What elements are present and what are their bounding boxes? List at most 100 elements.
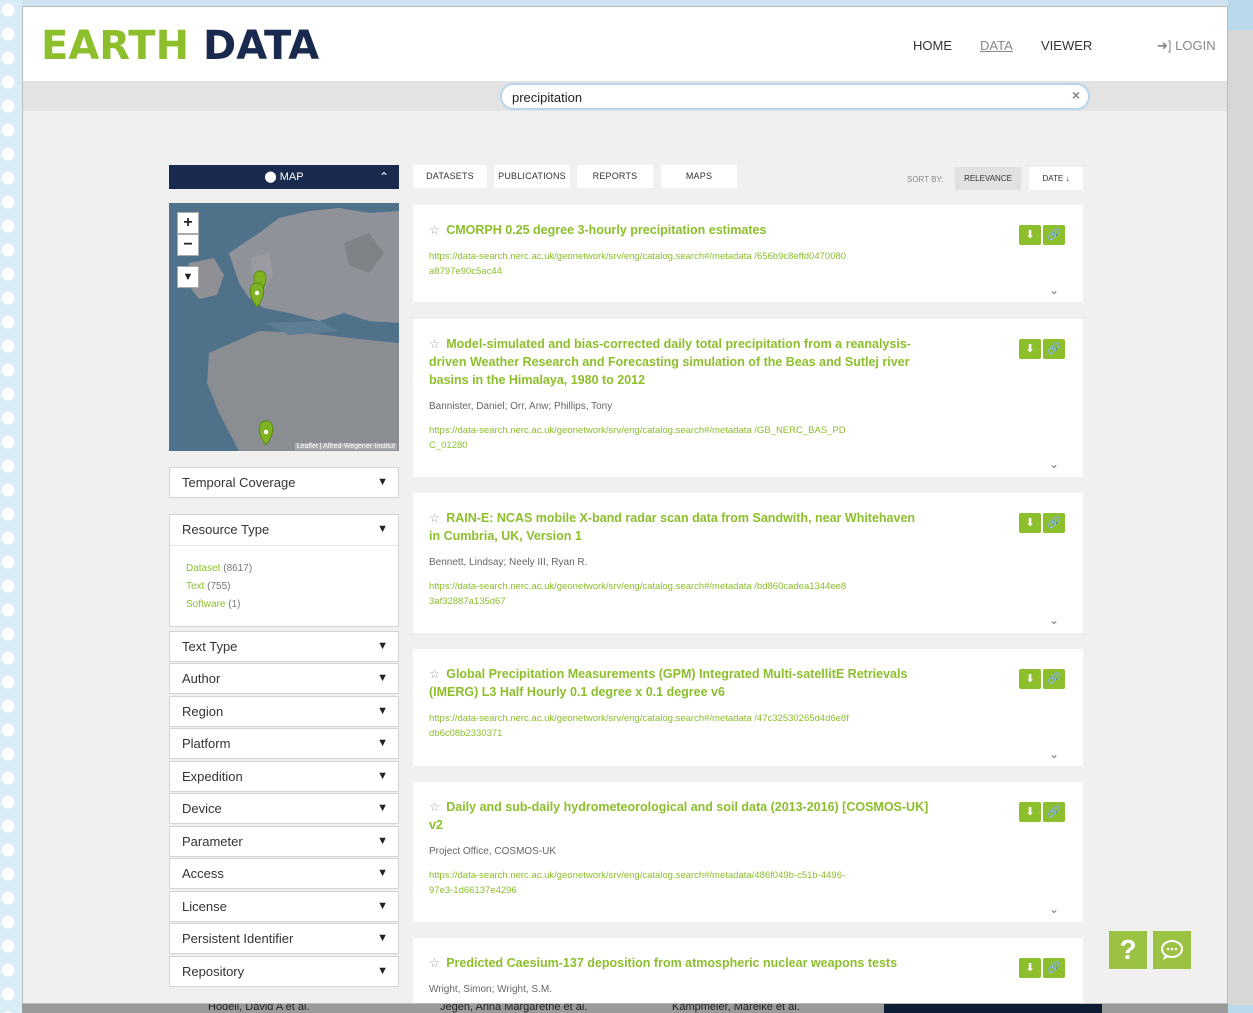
download-icon[interactable]: ⬇ [1019,669,1041,689]
peek-text: Kampmeier, Mareike et al. [672,1004,800,1013]
filter-icon[interactable]: ▼ [177,266,199,288]
facet-license[interactable]: License ▼ [169,891,399,922]
download-icon[interactable]: ⬇ [1019,225,1041,245]
zoom-out-button[interactable]: − [177,234,199,256]
download-icon[interactable]: ⬇ [1019,339,1041,359]
facet-label: Temporal Coverage [182,475,296,490]
facet-parameter[interactable]: Parameter ▼ [169,826,399,857]
facet-option-text[interactable]: Text (755) [186,581,230,593]
result-title[interactable]: ☆ RAIN-E: NCAS mobile X-band radar scan d… [429,509,929,545]
map-view[interactable]: + − ▼ Leaflet | Alfred-Wegener-Institut [169,203,399,451]
chat-button[interactable] [1153,931,1191,969]
download-icon[interactable]: ⬇ [1019,513,1041,533]
facet-text-type[interactable]: Text Type ▼ [169,631,399,662]
result-card: ☆ Global Precipitation Measurements (GPM)… [413,649,1083,766]
download-icon[interactable]: ⬇ [1019,958,1041,978]
chevron-down-icon: ▼ [377,737,388,749]
chevron-down-icon: ▼ [377,476,388,488]
facet-label: Author [182,671,221,686]
result-title[interactable]: ☆ Predicted Caesium-137 deposition from a… [429,954,929,972]
nav-login[interactable]: ➜] LOGIN [1157,38,1216,54]
result-title[interactable]: ☆ CMORPH 0.25 degree 3-hourly precipitati… [429,221,929,239]
facet-label: Repository [182,964,245,979]
facet-label: Text Type [182,639,238,654]
result-url[interactable]: https://data-search.nerc.ac.uk/geonetwor… [429,711,849,741]
link-icon[interactable]: 🔗 [1043,669,1065,689]
arrow-down-icon: ↓ [1065,174,1070,183]
chevron-down-icon: ▼ [377,965,388,977]
result-title[interactable]: ☆ Model-simulated and bias-corrected dail… [429,335,929,389]
result-url[interactable]: https://data-search.nerc.ac.uk/geonetwor… [429,868,849,898]
link-icon[interactable]: 🔗 [1043,225,1065,245]
result-title[interactable]: ☆ Daily and sub-daily hydrometeorological… [429,798,929,834]
star-icon[interactable]: ☆ [429,337,440,351]
clear-search-icon[interactable]: × [1072,87,1080,103]
result-actions: ⬇ 🔗 [1019,958,1067,978]
result-title[interactable]: ☆ Global Precipitation Measurements (GPM)… [429,665,929,701]
facet-persistent-identifier[interactable]: Persistent Identifier ▼ [169,923,399,954]
tab-datasets[interactable]: DATASETS [413,165,487,188]
peek-text: Jegen, Anna Margarethe et al. [440,1004,588,1013]
result-card: ☆ Model-simulated and bias-corrected dail… [413,319,1083,477]
nav-home[interactable]: HOME [913,38,952,53]
facet-device[interactable]: Device ▼ [169,793,399,824]
chevron-up-icon: ⌃ [378,170,389,184]
result-url[interactable]: https://data-search.nerc.ac.uk/geonetwor… [429,249,849,279]
facet-temporal-coverage[interactable]: Temporal Coverage ▼ [169,467,399,498]
facet-region[interactable]: Region ▼ [169,696,399,727]
download-icon[interactable]: ⬇ [1019,802,1041,822]
zoom-in-button[interactable]: + [177,212,199,234]
result-authors: Project Office, COSMOS-UK [429,846,557,857]
background-window-edge [1228,0,1253,1013]
tab-maps[interactable]: MAPS [661,165,737,188]
link-icon[interactable]: 🔗 [1043,339,1065,359]
facet-label: Persistent Identifier [182,931,294,946]
result-actions: ⬇ 🔗 [1019,225,1067,245]
nav-viewer[interactable]: VIEWER [1041,38,1092,53]
star-icon[interactable]: ☆ [429,800,440,814]
result-actions: ⬇ 🔗 [1019,339,1067,359]
result-card: ☆ CMORPH 0.25 degree 3-hourly precipitati… [413,205,1083,302]
star-icon[interactable]: ☆ [429,956,440,970]
chevron-down-icon[interactable]: ⌄ [1049,747,1059,761]
result-url[interactable]: https://data-search.nerc.ac.uk/geonetwor… [429,423,849,453]
facet-platform[interactable]: Platform ▼ [169,728,399,759]
search-input[interactable] [512,88,1052,106]
search-box: × [500,83,1090,110]
chevron-down-icon[interactable]: ⌄ [1049,613,1059,627]
star-icon[interactable]: ☆ [429,667,440,681]
facet-repository[interactable]: Repository ▼ [169,956,399,987]
link-icon[interactable]: 🔗 [1043,802,1065,822]
logo-data: DATA [202,23,320,69]
result-actions: ⬇ 🔗 [1019,513,1067,533]
link-icon[interactable]: 🔗 [1043,958,1065,978]
facet-resource-type[interactable]: Resource Type ▼ Dataset (8617) Text (755… [169,514,399,627]
help-button[interactable]: ? [1109,931,1147,969]
facet-option-software[interactable]: Software (1) [186,599,240,611]
facet-label: Parameter [182,834,243,849]
tab-reports[interactable]: REPORTS [577,165,653,188]
result-actions: ⬇ 🔗 [1019,669,1067,689]
link-icon[interactable]: 🔗 [1043,513,1065,533]
sort-date-button[interactable]: DATE ↓ [1029,167,1083,190]
site-logo[interactable]: EARTH DATA [41,23,319,69]
chevron-down-icon[interactable]: ⌄ [1049,457,1059,471]
nav-data[interactable]: DATA [980,38,1013,53]
facet-access[interactable]: Access ▼ [169,858,399,889]
facet-option-dataset[interactable]: Dataset (8617) [186,563,252,575]
login-icon: ➜] [1157,38,1172,53]
chevron-down-icon[interactable]: ⌄ [1049,902,1059,916]
tab-publications[interactable]: PUBLICATIONS [494,165,570,188]
sort-relevance-button[interactable]: RELEVANCE [955,167,1021,190]
result-url[interactable]: https://data-search.nerc.ac.uk/geonetwor… [429,579,849,609]
chevron-down-icon[interactable]: ⌄ [1049,283,1059,297]
result-authors: Bannister, Daniel; Orr, Anw; Phillips, T… [429,401,613,412]
map-attribution[interactable]: Leaflet | Alfred-Wegener-Institut [294,443,397,450]
facet-label: Region [182,704,224,719]
sort-date-label: DATE [1042,174,1064,183]
star-icon[interactable]: ☆ [429,511,440,525]
star-icon[interactable]: ☆ [429,223,440,237]
facet-author[interactable]: Author ▼ [169,663,399,694]
facet-expedition[interactable]: Expedition ▼ [169,761,399,792]
map-toggle[interactable]: ⬤ MAP ⌃ [169,165,399,189]
